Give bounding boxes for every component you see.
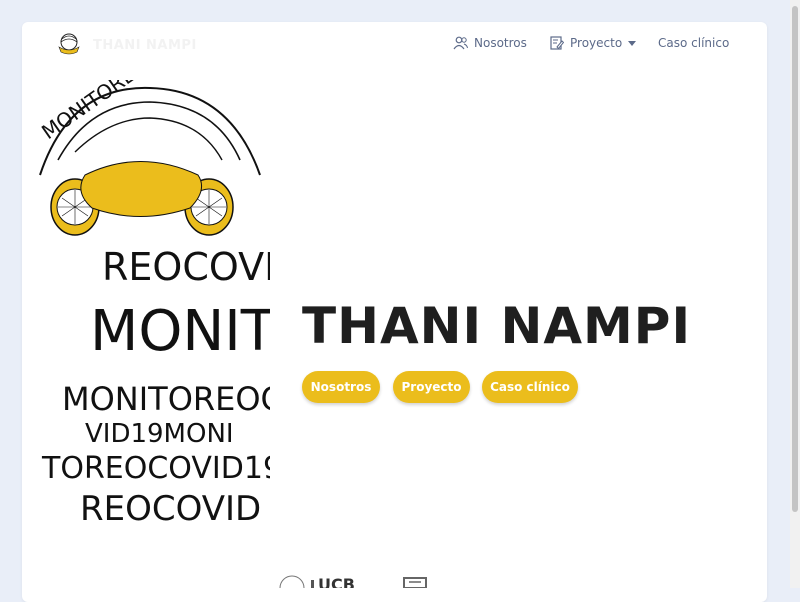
nav-item-nosotros[interactable]: Nosotros <box>453 36 527 50</box>
partner-logos: UCB <box>274 574 434 588</box>
art-word: MONITOREOCO <box>62 380 270 418</box>
nav-label-proyecto: Proyecto <box>570 36 623 50</box>
art-word: MONITO <box>90 299 270 364</box>
chevron-down-icon <box>628 40 637 46</box>
top-nav: Nosotros Proyecto Caso clínico <box>0 36 800 56</box>
art-word: REOCOVID <box>80 489 261 529</box>
hero-button-caso-clinico[interactable]: Caso clínico <box>482 371 578 403</box>
hero-title: THANI NAMPI <box>302 297 692 355</box>
svg-text:UCB: UCB <box>318 575 355 588</box>
art-word: REOCOVID <box>102 245 270 289</box>
edit-document-icon <box>550 36 564 50</box>
nav-label-nosotros: Nosotros <box>474 36 527 50</box>
page-scrollbar[interactable] <box>790 0 800 588</box>
hero-button-proyecto[interactable]: Proyecto <box>393 371 470 403</box>
art-word: VID19MONI <box>85 419 234 449</box>
nav-label-caso-clinico: Caso clínico <box>658 36 730 50</box>
hero-illustration-icon: MONITOREOCOVID19 REOCOVID MONITO MONITOR… <box>37 80 270 529</box>
nav-item-caso-clinico[interactable]: Caso clínico <box>658 36 729 50</box>
users-icon <box>453 36 468 50</box>
nav-item-proyecto[interactable]: Proyecto <box>550 36 637 50</box>
art-word: TOREOCOVID19 <box>41 451 270 486</box>
scrollbar-thumb[interactable] <box>792 6 798 512</box>
partner-logos-icon: UCB <box>279 575 427 588</box>
hero-button-nosotros[interactable]: Nosotros <box>302 371 380 403</box>
